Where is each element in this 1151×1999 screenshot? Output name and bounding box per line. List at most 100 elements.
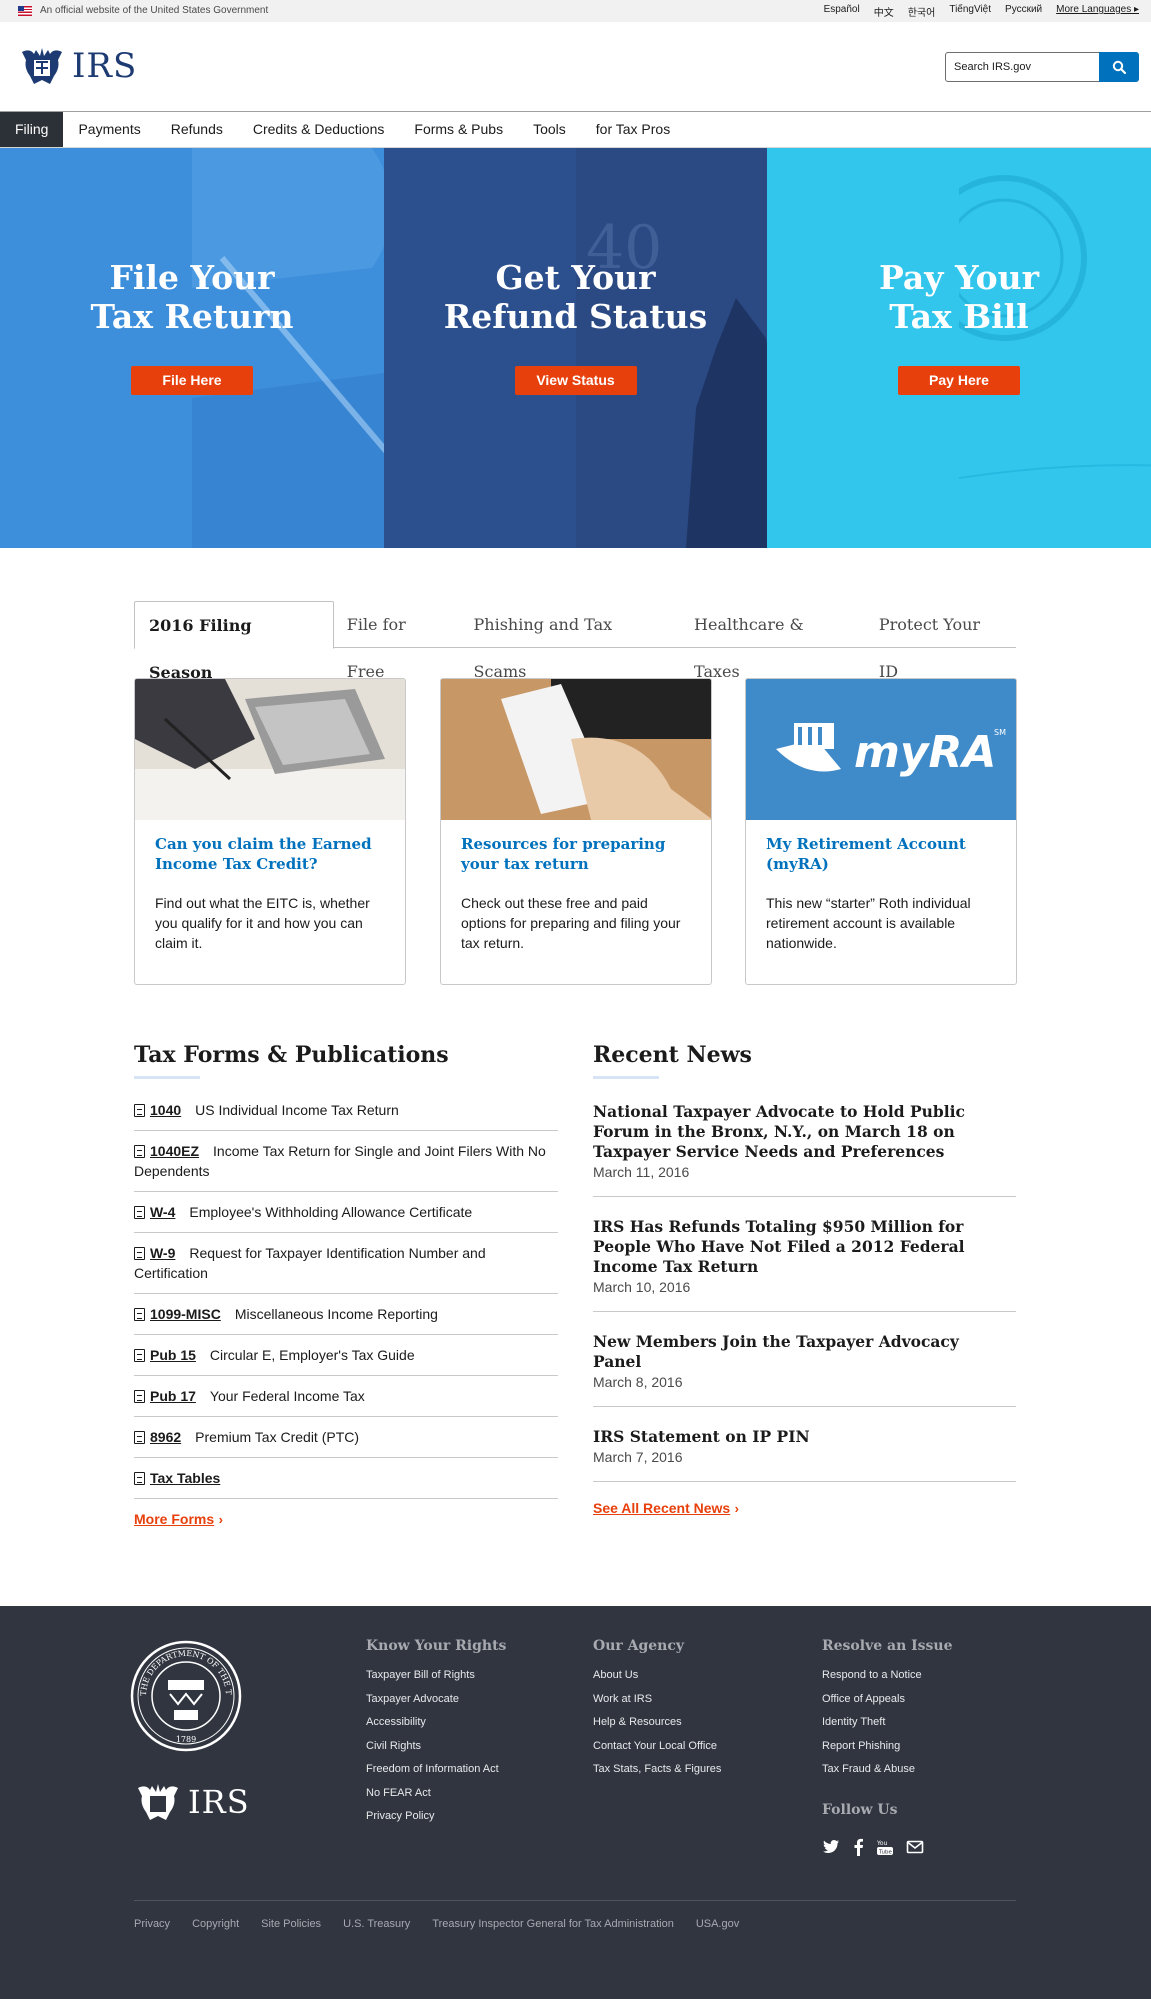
- footer-link[interactable]: Freedom of Information Act: [366, 1758, 506, 1782]
- news-headline[interactable]: IRS Has Refunds Totaling $950 Million fo…: [593, 1217, 993, 1277]
- more-forms-wrapper: More Forms ›: [134, 1511, 558, 1529]
- tab-phishing-scams[interactable]: Phishing and Tax Scams: [461, 601, 682, 681]
- tab-2016-filing-season[interactable]: 2016 Filing Season: [134, 601, 334, 682]
- youtube-icon[interactable]: You Tube: [876, 1838, 894, 1856]
- form-row[interactable]: 1040 US Individual Income Tax Return: [134, 1090, 558, 1131]
- lang-link-korean[interactable]: 한국어: [908, 4, 936, 19]
- footer-link[interactable]: Privacy Policy: [366, 1805, 506, 1829]
- news-headline[interactable]: National Taxpayer Advocate to Hold Publi…: [593, 1102, 993, 1162]
- card-myra[interactable]: myRA SM My Retirement Account (myRA) Thi…: [745, 678, 1017, 985]
- main-nav: Filing Payments Refunds Credits & Deduct…: [0, 112, 1151, 148]
- footer-link[interactable]: Respond to a Notice: [822, 1664, 953, 1688]
- footer-bottom-link[interactable]: Privacy: [134, 1918, 170, 1930]
- footer-bottom-link[interactable]: Site Policies: [261, 1918, 321, 1930]
- see-all-news-wrapper: See All Recent News ›: [593, 1500, 1016, 1518]
- form-link-1040ez[interactable]: 1040EZ: [150, 1143, 199, 1159]
- footer-link[interactable]: Accessibility: [366, 1711, 506, 1735]
- svg-text:myRA: myRA: [854, 727, 996, 778]
- site-footer: THE DEPARTMENT OF THE TREASURY 1789 IRS …: [0, 1606, 1151, 1999]
- svg-text:SM: SM: [994, 728, 1006, 737]
- tab-protect-your-id[interactable]: Protect Your ID: [866, 601, 1016, 681]
- form-row[interactable]: Pub 15 Circular E, Employer's Tax Guide: [134, 1335, 558, 1376]
- nav-payments[interactable]: Payments: [63, 112, 155, 147]
- gov-banner: An official website of the United States…: [0, 0, 1151, 22]
- nav-filing[interactable]: Filing: [0, 112, 64, 147]
- form-link-1099misc[interactable]: 1099-MISC: [150, 1306, 221, 1322]
- form-row[interactable]: Pub 17 Your Federal Income Tax: [134, 1376, 558, 1417]
- footer-col-heading: Know Your Rights: [366, 1638, 507, 1654]
- more-languages-link[interactable]: More Languages ▸: [1056, 4, 1139, 19]
- forms-section-title: Tax Forms & Publications: [134, 1042, 449, 1068]
- form-link-8962[interactable]: 8962: [150, 1429, 181, 1445]
- lang-link-chinese[interactable]: 中文: [874, 4, 894, 19]
- search-button[interactable]: [1099, 52, 1139, 82]
- email-icon[interactable]: [906, 1838, 924, 1856]
- form-link-tax-tables[interactable]: Tax Tables: [150, 1470, 220, 1486]
- search-input[interactable]: Search IRS.gov: [945, 52, 1100, 82]
- card-resources-title[interactable]: Resources for preparing your tax return: [461, 834, 693, 874]
- footer-irs-logo[interactable]: IRS: [136, 1782, 250, 1822]
- footer-link[interactable]: No FEAR Act: [366, 1782, 506, 1806]
- footer-link[interactable]: Report Phishing: [822, 1735, 953, 1759]
- footer-link[interactable]: About Us: [593, 1664, 721, 1688]
- form-link-w4[interactable]: W-4: [150, 1204, 175, 1220]
- tab-healthcare-taxes[interactable]: Healthcare & Taxes: [681, 601, 866, 681]
- form-row[interactable]: 1040EZ Income Tax Return for Single and J…: [134, 1131, 558, 1192]
- footer-bottom-link[interactable]: Copyright: [192, 1918, 239, 1930]
- hero-photo-hand-pen: [192, 148, 384, 548]
- news-headline[interactable]: IRS Statement on IP PIN: [593, 1427, 993, 1447]
- card-myra-title[interactable]: My Retirement Account (myRA): [766, 834, 998, 874]
- news-item[interactable]: IRS Has Refunds Totaling $950 Million fo…: [593, 1197, 1016, 1312]
- lang-link-russian[interactable]: Русский: [1005, 4, 1042, 19]
- eagle-icon: [22, 48, 62, 84]
- form-row[interactable]: Tax Tables: [134, 1458, 558, 1499]
- footer-link[interactable]: Contact Your Local Office: [593, 1735, 721, 1759]
- footer-bottom-link[interactable]: U.S. Treasury: [343, 1918, 410, 1930]
- card-preparing-resources[interactable]: Resources for preparing your tax return …: [440, 678, 712, 985]
- hero-pay-bill: Pay Your Tax Bill Pay Here: [767, 148, 1151, 548]
- card-eitc-title[interactable]: Can you claim the Earned Income Tax Cred…: [155, 834, 387, 874]
- form-link-pub15[interactable]: Pub 15: [150, 1347, 196, 1363]
- footer-link[interactable]: Tax Stats, Facts & Figures: [593, 1758, 721, 1782]
- pay-here-button[interactable]: Pay Here: [898, 366, 1020, 395]
- footer-link[interactable]: Help & Resources: [593, 1711, 721, 1735]
- nav-credits-deductions[interactable]: Credits & Deductions: [238, 112, 400, 147]
- lang-link-vietnamese[interactable]: TiếngViệt: [949, 4, 991, 19]
- footer-link[interactable]: Identity Theft: [822, 1711, 953, 1735]
- tab-file-for-free[interactable]: File for Free: [334, 601, 461, 681]
- news-headline[interactable]: New Members Join the Taxpayer Advocacy P…: [593, 1332, 993, 1372]
- file-here-button[interactable]: File Here: [131, 366, 253, 395]
- see-all-news-link[interactable]: See All Recent News: [593, 1500, 730, 1516]
- nav-tools[interactable]: Tools: [518, 112, 581, 147]
- news-item[interactable]: National Taxpayer Advocate to Hold Publi…: [593, 1090, 1016, 1197]
- nav-forms-pubs[interactable]: Forms & Pubs: [399, 112, 518, 147]
- form-row[interactable]: 8962 Premium Tax Credit (PTC): [134, 1417, 558, 1458]
- irs-logo[interactable]: IRS: [20, 46, 137, 86]
- pdf-icon: [134, 1104, 145, 1117]
- card-eitc[interactable]: Can you claim the Earned Income Tax Cred…: [134, 678, 406, 985]
- form-link-1040[interactable]: 1040: [150, 1102, 181, 1118]
- form-row[interactable]: 1099-MISC Miscellaneous Income Reporting: [134, 1294, 558, 1335]
- form-row[interactable]: W-4 Employee's Withholding Allowance Cert…: [134, 1192, 558, 1233]
- footer-link[interactable]: Work at IRS: [593, 1688, 721, 1712]
- more-forms-link[interactable]: More Forms: [134, 1511, 214, 1527]
- facebook-icon[interactable]: [852, 1838, 864, 1856]
- footer-link[interactable]: Taxpayer Advocate: [366, 1688, 506, 1712]
- footer-bottom-link[interactable]: USA.gov: [696, 1918, 739, 1930]
- news-item[interactable]: IRS Statement on IP PIN March 7, 2016: [593, 1407, 1016, 1482]
- form-link-pub17[interactable]: Pub 17: [150, 1388, 196, 1404]
- view-status-button[interactable]: View Status: [514, 366, 637, 395]
- footer-bottom-link[interactable]: Treasury Inspector General for Tax Admin…: [432, 1918, 674, 1930]
- footer-link[interactable]: Tax Fraud & Abuse: [822, 1758, 953, 1782]
- hero-file-title: File Your Tax Return: [90, 258, 294, 336]
- nav-tax-pros[interactable]: for Tax Pros: [581, 112, 685, 147]
- form-link-w9[interactable]: W-9: [150, 1245, 175, 1261]
- footer-link[interactable]: Taxpayer Bill of Rights: [366, 1664, 506, 1688]
- nav-refunds[interactable]: Refunds: [156, 112, 238, 147]
- form-row[interactable]: W-9 Request for Taxpayer Identification N…: [134, 1233, 558, 1294]
- lang-link-espanol[interactable]: Español: [824, 4, 860, 19]
- twitter-icon[interactable]: [822, 1838, 840, 1856]
- footer-link[interactable]: Civil Rights: [366, 1735, 506, 1759]
- news-item[interactable]: New Members Join the Taxpayer Advocacy P…: [593, 1312, 1016, 1407]
- footer-link[interactable]: Office of Appeals: [822, 1688, 953, 1712]
